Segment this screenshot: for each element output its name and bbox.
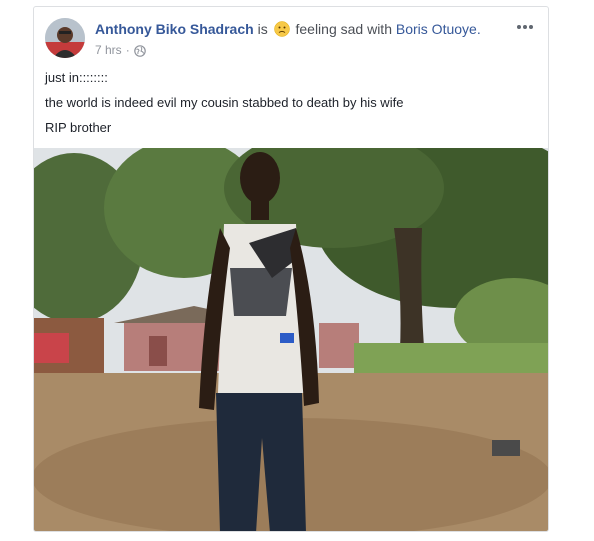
- post-headline: Anthony Biko Shadrach is feeling sad wit…: [95, 20, 507, 38]
- post-subline: 7 hrs ·: [95, 41, 507, 59]
- tagged-user-link[interactable]: Boris Otuoye.: [396, 21, 481, 37]
- post-text: just in:::::::: the world is indeed evil…: [45, 70, 537, 145]
- feed-post: Anthony Biko Shadrach is feeling sad wit…: [33, 6, 549, 532]
- post-line: the world is indeed evil my cousin stabb…: [45, 95, 404, 110]
- post-timestamp[interactable]: 7 hrs: [95, 41, 122, 59]
- feeling-text: feeling sad with: [295, 21, 392, 37]
- post-line: just in::::::::: [45, 70, 108, 85]
- globe-icon[interactable]: [133, 44, 146, 57]
- is-word: is: [257, 21, 268, 37]
- post-photo[interactable]: [34, 148, 548, 531]
- sad-face-icon: [273, 21, 290, 37]
- author-avatar[interactable]: [45, 18, 85, 58]
- photo-illustration: [34, 148, 548, 531]
- author-name-link[interactable]: Anthony Biko Shadrach: [95, 21, 254, 37]
- post-meta: Anthony Biko Shadrach is feeling sad wit…: [95, 20, 507, 59]
- separator-dot: ·: [125, 43, 130, 57]
- post-header: Anthony Biko Shadrach is feeling sad wit…: [45, 18, 537, 62]
- post-line: RIP brother: [45, 120, 112, 135]
- more-options-icon[interactable]: [513, 20, 537, 34]
